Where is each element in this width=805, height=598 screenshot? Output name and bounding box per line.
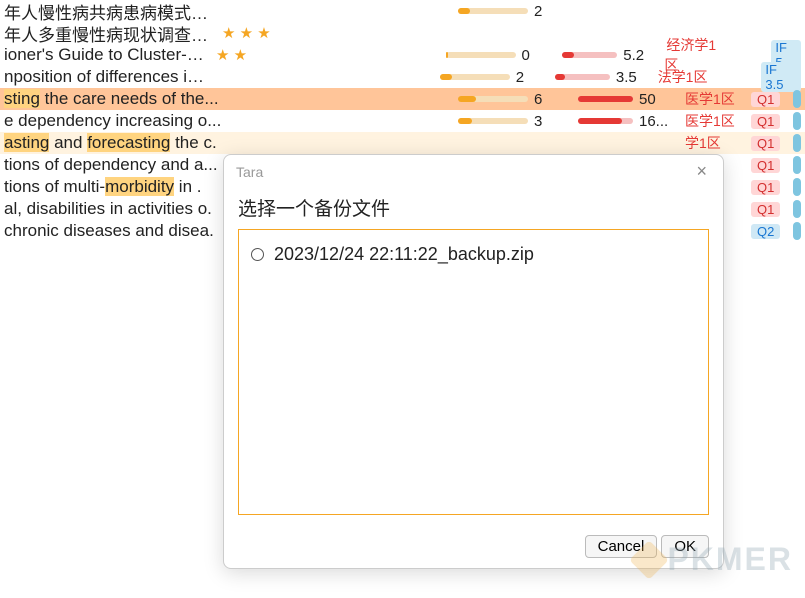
metric-value-1: 0	[522, 47, 540, 64]
radio-icon[interactable]	[251, 248, 264, 261]
side-stripe-icon	[793, 112, 801, 130]
dialog-title: Tara	[236, 164, 263, 180]
table-row[interactable]: e dependency increasing o... 3 16... 医学1区 Q1	[0, 110, 805, 132]
impact-factor-badge: IF 3.5	[761, 62, 801, 92]
category-tag: 医学1区	[683, 113, 737, 129]
category-tag: 学1区	[683, 135, 723, 151]
dialog-footer: Cancel OK	[224, 525, 723, 568]
close-icon[interactable]: ×	[692, 161, 711, 182]
quartile-badge: Q1	[751, 180, 780, 195]
row-title: nposition of differences in ...	[4, 67, 213, 87]
metric-value-1: 2	[516, 69, 534, 86]
metric-bar-2: 50	[578, 91, 683, 108]
cancel-button[interactable]: Cancel	[585, 535, 658, 558]
metric-bar-1: 0	[446, 47, 563, 64]
category-tag: 法学1区	[656, 69, 710, 85]
side-stripe-icon	[793, 90, 801, 108]
metric-value-2: 3.5	[616, 69, 637, 86]
metric-value-2: 5.2	[623, 47, 644, 64]
star-rating: ★ ★	[216, 46, 294, 64]
backup-file-name: 2023/12/24 22:11:22_backup.zip	[274, 244, 534, 265]
metric-value-2: 50	[639, 91, 657, 108]
backup-file-item[interactable]: 2023/12/24 22:11:22_backup.zip	[249, 240, 698, 269]
row-title: al, disabilities in activities o.	[4, 199, 222, 219]
table-row[interactable]: asting and forecasting the c. 学1区 Q1	[0, 132, 805, 154]
dialog-heading: 选择一个备份文件	[238, 194, 709, 221]
metric-bar-1: 2	[440, 69, 555, 86]
row-title: asting and forecasting the c.	[4, 133, 222, 153]
category-tag: 医学1区	[683, 91, 737, 107]
side-stripe-icon	[793, 178, 801, 196]
side-stripe-icon	[793, 200, 801, 218]
row-title: tions of dependency and a...	[4, 155, 222, 175]
row-title: tions of multi-morbidity in .	[4, 177, 222, 197]
metric-bar-2: 5.2	[562, 47, 664, 64]
backup-dialog: Tara × 选择一个备份文件 2023/12/24 22:11:22_back…	[223, 154, 724, 569]
quartile-badge: Q1	[751, 92, 780, 107]
row-title: chronic diseases and disea.	[4, 221, 222, 241]
metric-value-1: 6	[534, 91, 552, 108]
file-list: 2023/12/24 22:11:22_backup.zip	[238, 229, 709, 515]
metric-bar-2: 16...	[578, 113, 683, 130]
side-stripe-icon	[793, 222, 801, 240]
row-title: e dependency increasing o...	[4, 111, 222, 131]
table-row[interactable]: ioner's Guide to Cluster-Ro...★ ★05.2经济学…	[0, 44, 805, 66]
side-stripe-icon	[793, 156, 801, 174]
star-rating: ★ ★ ★	[222, 24, 302, 42]
metric-bar-1: 3	[458, 113, 578, 130]
table-row[interactable]: sting the care needs of the... 6 50 医学1区 Q1	[0, 88, 805, 110]
table-row[interactable]: nposition of differences in ...23.5法学1区I…	[0, 66, 805, 88]
dialog-titlebar: Tara ×	[224, 155, 723, 188]
ok-button[interactable]: OK	[661, 535, 709, 558]
row-title: ioner's Guide to Cluster-Ro...	[4, 45, 216, 65]
metric-bar-1: 2	[458, 3, 578, 20]
quartile-badge: Q1	[751, 158, 780, 173]
quartile-badge: Q1	[751, 202, 780, 217]
metric-value-2: 16...	[639, 113, 668, 130]
metric-bar-2: 3.5	[555, 69, 656, 86]
metric-bar-1: 6	[458, 91, 578, 108]
side-stripe-icon	[793, 134, 801, 152]
quartile-badge: Q2	[751, 224, 780, 239]
quartile-badge: Q1	[751, 136, 780, 151]
metric-value-1: 3	[534, 113, 552, 130]
quartile-badge: Q1	[751, 114, 780, 129]
row-title: sting the care needs of the...	[4, 89, 222, 109]
row-title: 年人多重慢性病现状调查与健...	[4, 21, 222, 46]
dialog-body: 选择一个备份文件 2023/12/24 22:11:22_backup.zip	[224, 188, 723, 525]
table-row[interactable]: 年人慢性病共病患病模式及疾...2	[0, 0, 805, 22]
metric-value-1: 2	[534, 3, 552, 20]
